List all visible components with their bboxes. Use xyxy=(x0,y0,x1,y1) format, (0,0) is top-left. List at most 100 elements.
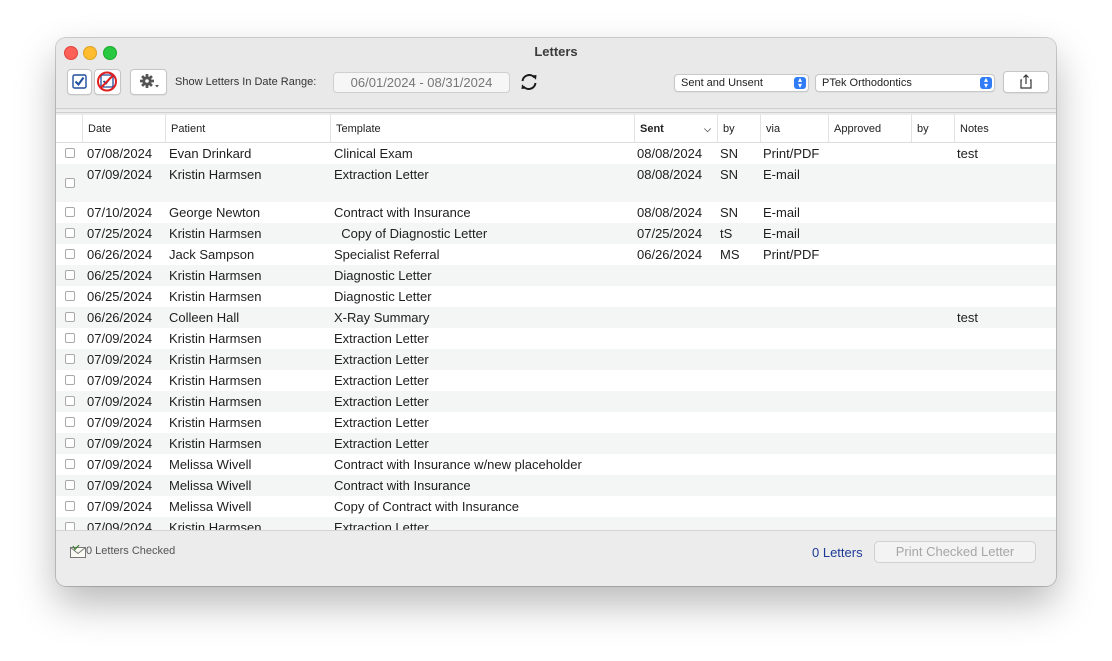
cell-template: Contract with Insurance xyxy=(334,205,471,220)
cell-sent-by xyxy=(720,475,760,496)
column-header-approved-by[interactable]: by xyxy=(911,115,954,142)
table-row[interactable]: 06/25/2024 Kristin Harmsen Diagnostic Lett… xyxy=(56,286,1056,307)
cell-patient: Melissa Wivell xyxy=(169,499,252,514)
cell-patient: Colleen Hall xyxy=(169,310,240,325)
row-checkbox[interactable] xyxy=(65,291,75,301)
column-header-sent-by[interactable]: by xyxy=(717,115,760,142)
date-range-label: Show Letters In Date Range: xyxy=(175,76,317,88)
column-header-approved[interactable]: Approved xyxy=(828,115,911,142)
cell-template: Extraction Letter xyxy=(334,520,429,530)
cell-sent xyxy=(637,370,717,391)
cell-date: 07/09/2024 xyxy=(87,520,153,530)
print-checked-letter-button[interactable]: Print Checked Letter xyxy=(874,541,1036,563)
cell-notes xyxy=(957,454,1047,475)
table-row[interactable]: 07/09/2024 Kristin Harmsen Extraction Lett… xyxy=(56,328,1056,349)
cell-sent xyxy=(637,475,717,496)
table-row[interactable]: 07/09/2024 Kristin Harmsen Extraction Lett… xyxy=(56,433,1056,454)
table-row[interactable]: 06/26/2024 Colleen Hall X-Ray Summary test xyxy=(56,307,1056,328)
refresh-button[interactable] xyxy=(518,71,540,93)
cell-patient: Jack Sampson xyxy=(169,247,255,262)
table-row[interactable]: 06/26/2024 Jack Sampson Specialist Referra… xyxy=(56,244,1056,265)
cell-via: Print/PDF xyxy=(763,146,820,161)
cell-patient: Kristin Harmsen xyxy=(169,352,262,367)
gear-menu-button[interactable] xyxy=(130,69,167,95)
sent-status-select[interactable]: Sent and Unsent ▴ ▾ xyxy=(674,74,809,92)
cell-notes xyxy=(957,202,1047,223)
row-checkbox[interactable] xyxy=(65,312,75,322)
cell-template: Extraction Letter xyxy=(334,352,429,367)
status-bar: 0 Letters Checked 0 Letters Print Checke… xyxy=(56,530,1056,586)
row-checkbox[interactable] xyxy=(65,375,75,385)
column-header-notes[interactable]: Notes xyxy=(954,115,1056,142)
cell-sent-by xyxy=(720,517,760,530)
letters-table: Date Patient Template Sent ⌵ by via Appr… xyxy=(56,115,1056,530)
cell-patient: Kristin Harmsen xyxy=(169,520,262,530)
table-row[interactable]: 07/09/2024 Kristin Harmsen Extraction Lett… xyxy=(56,412,1056,433)
column-header-sent[interactable]: Sent ⌵ xyxy=(634,115,717,142)
table-row[interactable]: 06/25/2024 Kristin Harmsen Diagnostic Lett… xyxy=(56,265,1056,286)
row-checkbox[interactable] xyxy=(65,249,75,259)
table-row[interactable]: 07/09/2024 Kristin Harmsen Extraction Lett… xyxy=(56,349,1056,370)
row-checkbox[interactable] xyxy=(65,396,75,406)
cell-sent xyxy=(637,349,717,370)
table-row[interactable]: 07/09/2024 Kristin Harmsen Extraction Lett… xyxy=(56,517,1056,530)
cell-notes xyxy=(957,349,1047,370)
cell-sent xyxy=(637,328,717,349)
column-header-template[interactable]: Template xyxy=(330,115,634,142)
row-checkbox[interactable] xyxy=(65,459,75,469)
letters-window: Letters Show Letters In Date Range: 06/0… xyxy=(56,38,1056,586)
row-checkbox[interactable] xyxy=(65,354,75,364)
row-checkbox[interactable] xyxy=(65,480,75,490)
cell-date: 07/09/2024 xyxy=(87,394,153,409)
column-header-via[interactable]: via xyxy=(760,115,828,142)
row-checkbox[interactable] xyxy=(65,207,75,217)
cell-date: 07/09/2024 xyxy=(87,499,153,514)
cell-via xyxy=(763,328,833,349)
table-row[interactable]: 07/25/2024 Kristin Harmsen Copy of Diagno… xyxy=(56,223,1056,244)
table-row[interactable]: 07/09/2024 Melissa Wivell Copy of Contract… xyxy=(56,496,1056,517)
row-checkbox[interactable] xyxy=(65,501,75,511)
row-checkbox[interactable] xyxy=(65,522,75,530)
cell-date: 06/25/2024 xyxy=(87,289,153,304)
table-row[interactable]: 07/08/2024 Evan Drinkard Clinical Exam 08/0… xyxy=(56,143,1056,164)
table-row[interactable]: 07/10/2024 George Newton Contract with Ins… xyxy=(56,202,1056,223)
cell-via: Print/PDF xyxy=(763,247,820,262)
practice-select[interactable]: PTek Orthodontics ▴ ▾ xyxy=(815,74,995,92)
table-row[interactable]: 07/09/2024 Kristin Harmsen Extraction Lett… xyxy=(56,164,1056,202)
cell-sent xyxy=(637,433,717,454)
cell-patient: Evan Drinkard xyxy=(169,146,252,161)
cell-sent-by xyxy=(720,307,760,328)
cell-template: Copy of Diagnostic Letter xyxy=(334,226,488,241)
cell-patient: Kristin Harmsen xyxy=(169,415,262,430)
toolbar-divider xyxy=(56,108,1056,109)
cell-patient: Melissa Wivell xyxy=(169,478,252,493)
cell-template: Clinical Exam xyxy=(334,146,413,161)
cell-patient: Kristin Harmsen xyxy=(169,394,262,409)
row-checkbox[interactable] xyxy=(65,270,75,280)
table-row[interactable]: 07/09/2024 Melissa Wivell Contract with In… xyxy=(56,454,1056,475)
cell-patient: Kristin Harmsen xyxy=(169,226,262,241)
uncheck-all-button[interactable] xyxy=(94,69,121,95)
cell-notes xyxy=(957,223,1047,244)
row-checkbox[interactable] xyxy=(65,148,75,158)
column-header-date[interactable]: Date xyxy=(82,115,165,142)
cell-via xyxy=(763,496,833,517)
table-row[interactable]: 07/09/2024 Melissa Wivell Contract with In… xyxy=(56,475,1056,496)
table-row[interactable]: 07/09/2024 Kristin Harmsen Extraction Lett… xyxy=(56,391,1056,412)
date-range-field[interactable]: 06/01/2024 - 08/31/2024 xyxy=(333,72,510,93)
row-checkbox[interactable] xyxy=(65,228,75,238)
cell-sent xyxy=(637,517,717,530)
row-checkbox[interactable] xyxy=(65,333,75,343)
row-checkbox[interactable] xyxy=(65,417,75,427)
check-all-button[interactable] xyxy=(67,69,92,95)
cell-sent-by: MS xyxy=(720,247,740,262)
column-header-patient[interactable]: Patient xyxy=(165,115,330,142)
table-row[interactable]: 07/09/2024 Kristin Harmsen Extraction Lett… xyxy=(56,370,1056,391)
cell-notes xyxy=(957,475,1047,496)
row-checkbox[interactable] xyxy=(65,178,75,188)
row-checkbox[interactable] xyxy=(65,438,75,448)
share-button[interactable] xyxy=(1003,71,1049,93)
cell-sent xyxy=(637,496,717,517)
cell-date: 07/09/2024 xyxy=(87,436,153,451)
cell-notes xyxy=(957,244,1047,265)
